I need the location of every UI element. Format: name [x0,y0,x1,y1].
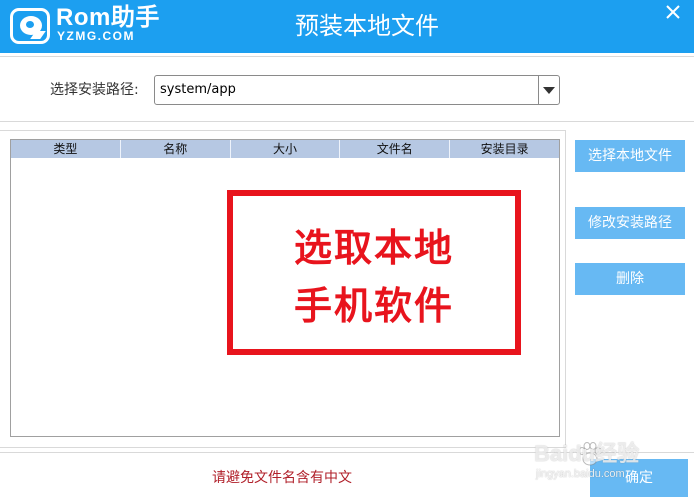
title-bar: Rom助手 YZMG.COM 预装本地文件 [0,0,694,53]
choose-local-file-button[interactable]: 选择本地文件 [575,140,685,172]
install-path-select[interactable]: system/app [154,75,560,105]
modify-install-path-button[interactable]: 修改安装路径 [575,207,685,239]
delete-button[interactable]: 删除 [575,263,685,295]
column-install-dir[interactable]: 安装目录 [449,140,559,158]
column-filename[interactable]: 文件名 [339,140,449,158]
column-name[interactable]: 名称 [119,140,230,158]
rom-assistant-logo: Rom助手 YZMG.COM [10,4,170,46]
annotation-box: 选取本地 手机软件 [227,190,521,355]
annotation-line-2: 手机软件 [293,284,454,328]
table-header: 类型 名称 大小 文件名 安装目录 [11,140,559,158]
watermark-url: jingyan.baidu.com [536,468,625,480]
logo-text: Rom助手 [56,4,160,31]
column-size[interactable]: 大小 [229,140,340,158]
watermark-text: Baidu经验 [534,441,640,466]
column-type[interactable]: 类型 [11,140,120,158]
close-icon [666,5,680,19]
close-button[interactable] [658,0,688,26]
baidu-watermark: Baidu经验 jingyan.baidu.com [528,438,690,488]
triangle-down-icon [543,87,555,94]
annotation-line-1: 选取本地 [293,226,454,270]
install-path-label: 选择安装路径: [50,82,139,98]
window-title: 预装本地文件 [295,12,439,40]
filename-notice: 请避免文件名含有中文 [212,470,352,486]
chat-bubble-icon [10,8,50,44]
dropdown-button[interactable] [539,76,559,104]
install-path-value: system/app [160,82,236,97]
logo-subtext: YZMG.COM [57,29,135,43]
